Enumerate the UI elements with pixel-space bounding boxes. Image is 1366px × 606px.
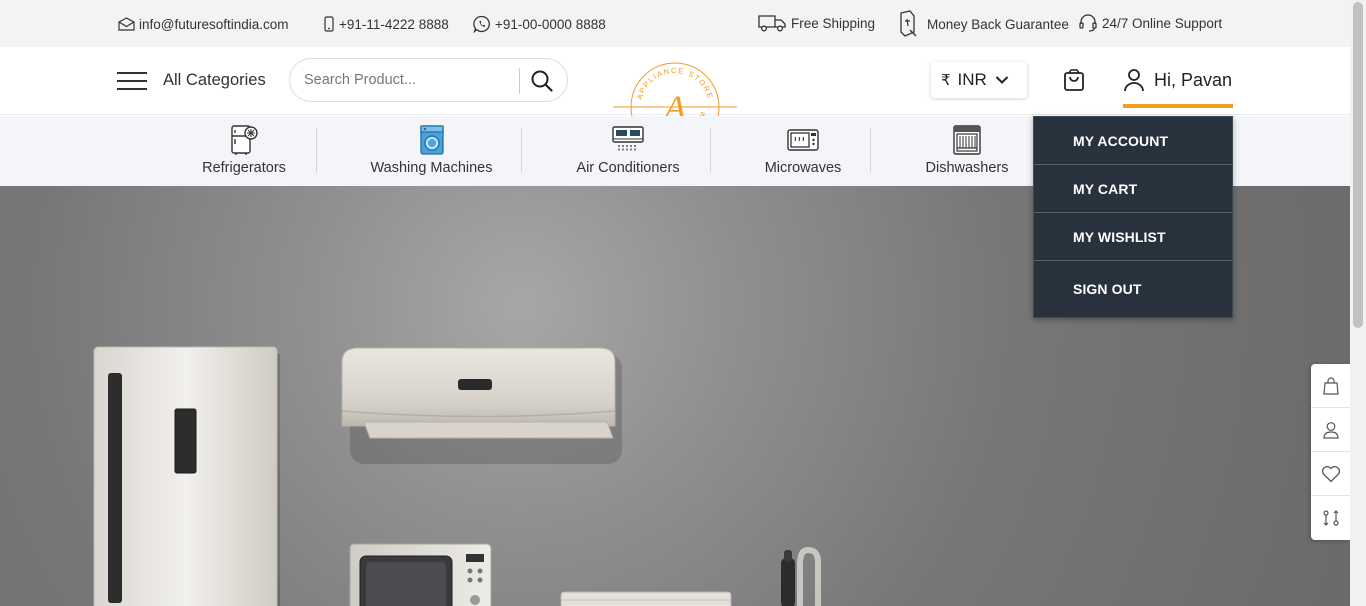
category-label: Refrigerators: [202, 160, 286, 176]
category-air-conditioners[interactable]: Air Conditioners: [573, 124, 683, 176]
currency-symbol: ₹: [941, 72, 951, 89]
shipping-text: Free Shipping: [791, 15, 876, 31]
currency-code: INR: [957, 70, 987, 89]
chevron-down-icon: [995, 76, 1009, 84]
scrollbar-thumb[interactable]: [1353, 2, 1363, 328]
side-quick-toolbar: [1311, 364, 1350, 540]
money-back-icon: [900, 10, 917, 37]
search-box: [289, 58, 568, 102]
free-shipping-info: Free Shipping: [757, 13, 875, 33]
active-underline: [1123, 104, 1233, 108]
search-icon[interactable]: [530, 69, 554, 93]
heart-icon: [1321, 465, 1340, 482]
user-icon: [1322, 421, 1339, 439]
category-label: Microwaves: [764, 160, 842, 176]
all-categories-label[interactable]: All Categories: [163, 71, 266, 90]
headset-icon: [1079, 14, 1097, 32]
user-greeting: Hi, Pavan: [1154, 69, 1233, 90]
whatsapp-text: +91-00-0000 8888: [495, 16, 606, 32]
bag-icon: [1322, 376, 1339, 395]
money-back-info: Money Back Guarantee: [896, 10, 1069, 38]
user-account-button[interactable]: Hi, Pavan: [1123, 67, 1232, 93]
side-compare-button[interactable]: [1311, 496, 1350, 540]
air-conditioner-icon: [612, 126, 644, 152]
category-separator: [710, 128, 711, 173]
side-wishlist-button[interactable]: [1311, 452, 1350, 496]
shopping-bag-icon[interactable]: [1062, 68, 1086, 92]
compare-icon: [1322, 510, 1339, 526]
category-separator: [521, 128, 522, 173]
category-separator: [316, 128, 317, 173]
category-label: Washing Machines: [370, 160, 493, 176]
search-input[interactable]: [304, 69, 514, 91]
menu-item-my-wishlist[interactable]: MY WISHLIST: [1034, 213, 1232, 261]
side-account-button[interactable]: [1311, 408, 1350, 452]
top-info-bar: info@futuresoftindia.com +91-11-4222 888…: [0, 0, 1350, 47]
phone-contact[interactable]: +91-11-4222 8888: [323, 14, 449, 34]
washing-machine-icon: [419, 125, 444, 155]
whatsapp-contact[interactable]: +91-00-0000 8888: [473, 14, 606, 34]
mail-icon: [118, 17, 135, 31]
microwave-icon: [787, 129, 819, 151]
phone-text: +91-11-4222 8888: [339, 16, 449, 32]
category-refrigerators[interactable]: Refrigerators: [199, 124, 289, 176]
refrigerator-icon: [231, 125, 258, 155]
side-cart-button[interactable]: [1311, 364, 1350, 408]
delivery-truck-icon: [758, 15, 786, 32]
user-icon: [1124, 69, 1144, 92]
dishwasher-icon: [953, 125, 981, 155]
account-dropdown-menu: MY ACCOUNT MY CART MY WISHLIST SIGN OUT: [1033, 116, 1233, 318]
email-contact[interactable]: info@futuresoftindia.com: [118, 14, 289, 34]
menu-item-sign-out[interactable]: SIGN OUT: [1034, 261, 1232, 317]
menu-item-my-cart[interactable]: MY CART: [1034, 165, 1232, 213]
currency-selector[interactable]: ₹ INR: [931, 62, 1027, 98]
mobile-phone-icon: [324, 16, 334, 32]
category-label: Air Conditioners: [576, 160, 680, 176]
category-dishwashers[interactable]: Dishwashers: [922, 124, 1012, 176]
category-microwaves[interactable]: Microwaves: [760, 124, 846, 176]
category-washing-machines[interactable]: Washing Machines: [366, 124, 497, 176]
guarantee-text: Money Back Guarantee: [927, 16, 1069, 32]
category-label: Dishwashers: [925, 160, 1009, 176]
menu-icon[interactable]: [117, 72, 147, 90]
menu-item-my-account[interactable]: MY ACCOUNT: [1034, 117, 1232, 165]
search-divider: [519, 68, 520, 94]
category-separator: [870, 128, 871, 173]
page-scrollbar[interactable]: [1350, 0, 1366, 606]
email-text: info@futuresoftindia.com: [139, 16, 289, 32]
online-support-info: 24/7 Online Support: [1078, 13, 1222, 33]
main-header: All Categories APPLIANCE STORE BUY YOUR …: [0, 47, 1350, 152]
support-text: 24/7 Online Support: [1102, 15, 1223, 31]
whatsapp-icon: [473, 15, 490, 33]
